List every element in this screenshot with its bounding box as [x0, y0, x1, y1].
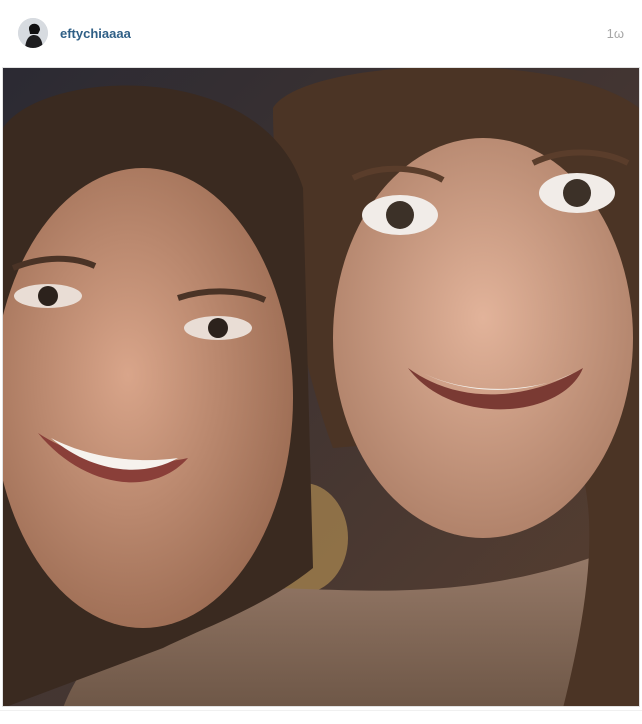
- post-header: eftychiaaaa 1ω: [0, 0, 642, 66]
- avatar[interactable]: [18, 18, 48, 48]
- selfie-photo-icon: [3, 68, 639, 706]
- instagram-post: eftychiaaaa 1ω: [0, 0, 642, 724]
- username-link[interactable]: eftychiaaaa: [60, 26, 131, 41]
- divider: [0, 710, 642, 711]
- post-photo[interactable]: [2, 67, 640, 707]
- post-timestamp: 1ω: [606, 25, 624, 41]
- avatar-icon: [18, 18, 48, 48]
